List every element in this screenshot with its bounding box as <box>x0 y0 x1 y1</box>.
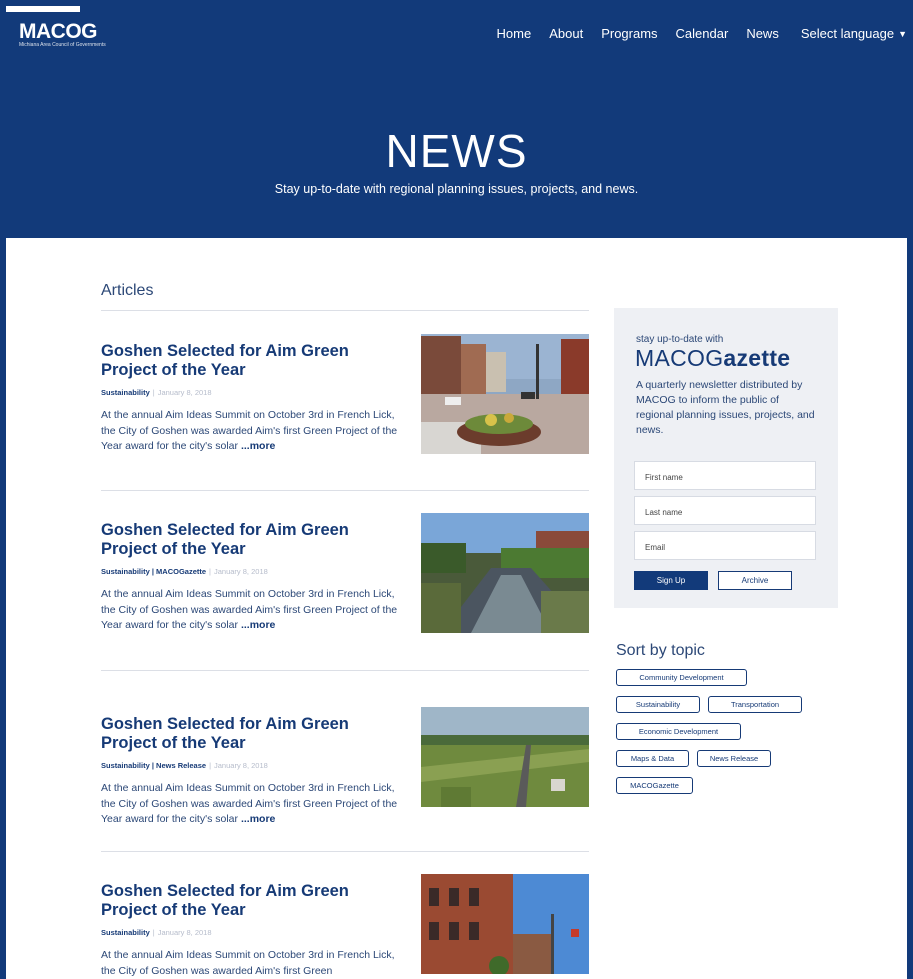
nav-home[interactable]: Home <box>497 26 532 41</box>
newsletter-card: stay up-to-date with MACOGazette A quart… <box>614 308 838 608</box>
brand-bold: azette <box>723 345 791 371</box>
article-excerpt: At the annual Aim Ideas Summit on Octobe… <box>101 408 399 455</box>
read-more-link[interactable]: ...more <box>241 440 275 452</box>
archive-button[interactable]: Archive <box>718 571 792 590</box>
chevron-down-icon: ▼ <box>898 29 907 39</box>
newsletter-kicker: stay up-to-date with <box>636 334 724 345</box>
article-meta: Sustainability | January 8, 2018 <box>101 388 212 397</box>
article-excerpt: At the annual Aim Ideas Summit on Octobe… <box>101 781 399 828</box>
language-select[interactable]: Select language ▼ <box>801 26 907 41</box>
article-categories[interactable]: Sustainability | News Release <box>101 761 206 770</box>
main-nav: Home About Programs Calendar News Select… <box>479 26 907 41</box>
header-corner-notch <box>6 6 80 12</box>
article-title[interactable]: Goshen Selected for Aim Green Project of… <box>101 521 391 559</box>
site-logo[interactable]: MACOG Michiana Area Council of Governmen… <box>19 20 106 48</box>
article-categories[interactable]: Sustainability <box>101 928 150 937</box>
page: MACOG Michiana Area Council of Governmen… <box>6 6 907 979</box>
site-header: MACOG Michiana Area Council of Governmen… <box>6 6 907 238</box>
divider <box>101 670 589 671</box>
nav-news[interactable]: News <box>746 26 779 41</box>
article-card: Goshen Selected for Aim Green Project of… <box>101 874 589 979</box>
divider <box>101 490 589 491</box>
divider <box>101 851 589 852</box>
articles-heading: Articles <box>101 282 154 299</box>
article-excerpt-text: At the annual Aim Ideas Summit on Octobe… <box>101 949 395 977</box>
newsletter-brand: MACOGazette <box>635 345 790 372</box>
page-subtitle: Stay up-to-date with regional planning i… <box>274 182 639 196</box>
topic-chip-community-development[interactable]: Community Development <box>616 669 747 686</box>
read-more-link[interactable]: ...more <box>241 619 275 631</box>
language-select-label: Select language <box>800 26 895 41</box>
article-card: Goshen Selected for Aim Green Project of… <box>101 334 589 466</box>
article-categories[interactable]: Sustainability | MACOGazette <box>101 567 206 576</box>
topic-chip-economic-development[interactable]: Economic Development <box>616 723 741 740</box>
topic-chip-news-release[interactable]: News Release <box>697 750 771 767</box>
article-card: Goshen Selected for Aim Green Project of… <box>101 707 589 839</box>
article-title[interactable]: Goshen Selected for Aim Green Project of… <box>101 715 391 753</box>
article-date: January 8, 2018 <box>214 567 268 576</box>
river-town-photo[interactable] <box>421 513 589 633</box>
read-more-link[interactable]: ...more <box>241 813 275 825</box>
newsletter-description: A quarterly newsletter distributed by MA… <box>636 379 815 436</box>
topic-chip-transportation[interactable]: Transportation <box>708 696 802 713</box>
article-date: January 8, 2018 <box>157 928 212 937</box>
email-field[interactable]: Email <box>634 531 816 560</box>
article-meta: Sustainability | News Release | January 8,… <box>101 761 268 770</box>
topic-chip-maps-data[interactable]: Maps & Data <box>616 750 689 767</box>
nav-programs[interactable]: Programs <box>601 26 657 41</box>
sort-by-topic-heading: Sort by topic <box>616 642 705 659</box>
article-meta: Sustainability | MACOGazette | January 8, … <box>101 567 268 576</box>
brick-building-photo[interactable] <box>421 874 589 974</box>
nav-calendar[interactable]: Calendar <box>676 26 729 41</box>
logo-text: MACOG <box>19 20 98 43</box>
topic-chip-macogazette[interactable]: MACOGazette <box>616 777 693 794</box>
article-title[interactable]: Goshen Selected for Aim Green Project of… <box>101 882 391 920</box>
page-title: NEWS <box>385 125 528 177</box>
street-planter-photo[interactable] <box>421 334 589 454</box>
article-date: January 8, 2018 <box>214 761 268 770</box>
aerial-field-photo[interactable] <box>421 707 589 807</box>
nav-about[interactable]: About <box>549 26 583 41</box>
sign-up-button[interactable]: Sign Up <box>634 571 708 590</box>
first-name-field[interactable]: First name <box>634 461 816 490</box>
article-card: Goshen Selected for Aim Green Project of… <box>101 513 589 645</box>
article-excerpt: At the annual Aim Ideas Summit on Octobe… <box>101 948 399 979</box>
topic-chip-sustainability[interactable]: Sustainability <box>616 696 700 713</box>
divider <box>101 310 589 311</box>
article-title[interactable]: Goshen Selected for Aim Green Project of… <box>101 342 391 380</box>
article-excerpt: At the annual Aim Ideas Summit on Octobe… <box>101 587 399 634</box>
last-name-field[interactable]: Last name <box>634 496 816 525</box>
article-meta: Sustainability | January 8, 2018 <box>101 928 212 937</box>
article-date: January 8, 2018 <box>157 388 212 397</box>
article-categories[interactable]: Sustainability <box>101 388 150 397</box>
logo-tagline: Michiana Area Council of Governments <box>19 42 106 48</box>
brand-light: MACOG <box>635 345 724 371</box>
